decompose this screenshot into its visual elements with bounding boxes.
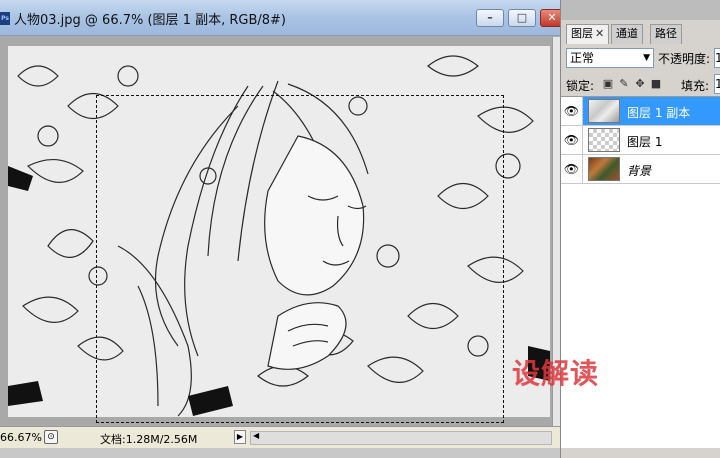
lock-paint-icon[interactable]: ✎ <box>618 77 630 90</box>
panel-grip[interactable] <box>561 0 720 20</box>
layer-name: 背景 <box>627 164 652 178</box>
eye-icon[interactable]: 👁 <box>561 126 583 154</box>
lock-transparency-icon[interactable]: ▣ <box>602 77 614 90</box>
zoom-level[interactable]: 66.67% <box>0 431 42 444</box>
status-menu-arrow-icon[interactable]: ▶ <box>234 430 246 444</box>
layer-row[interactable]: 👁 图层 1 <box>561 126 720 155</box>
blend-mode-value: 正常 <box>570 51 595 65</box>
status-bar: 66.67% ⊙ 文档:1.28M/2.56M ▶ ◀ <box>0 426 560 448</box>
layer-thumbnail <box>588 128 620 152</box>
layer-row[interactable]: 👁 背景 <box>561 155 720 184</box>
lock-position-icon[interactable]: ✥ <box>634 77 646 90</box>
sketch-image[interactable] <box>8 46 550 417</box>
fill-input[interactable]: 1 <box>714 74 720 94</box>
maximize-icon: □ <box>516 11 528 24</box>
tab-paths[interactable]: 路径 <box>650 24 682 44</box>
document-info: 文档:1.28M/2.56M <box>100 433 198 446</box>
opacity-input[interactable]: 1 <box>714 48 720 68</box>
layer-thumbnail <box>588 157 620 181</box>
scroll-left-icon[interactable]: ◀ <box>253 431 259 440</box>
eye-icon[interactable]: 👁 <box>561 97 583 125</box>
blend-mode-select[interactable]: 正常 ▼ <box>566 48 654 68</box>
layer-name: 图层 1 <box>627 135 663 149</box>
document-title: 人物03.jpg @ 66.7% (图层 1 副本, RGB/8#) <box>14 13 286 28</box>
tab-layers-label: 图层 <box>571 27 593 40</box>
dropdown-arrow-icon: ▼ <box>643 53 650 63</box>
layers-list: 👁 图层 1 副本 👁 图层 1 👁 背景 <box>561 96 720 448</box>
tab-layers[interactable]: 图层 ✕ <box>566 24 610 44</box>
minimize-icon: – <box>487 11 493 24</box>
opacity-label: 不透明度: <box>658 52 711 66</box>
document-window: Ps 人物03.jpg @ 66.7% (图层 1 副本, RGB/8#) – … <box>0 0 564 458</box>
lock-label: 锁定: <box>566 79 595 93</box>
tab-channels[interactable]: 通道 <box>611 24 643 44</box>
minimize-button[interactable]: – <box>476 9 504 27</box>
horizontal-scrollbar[interactable]: ◀ <box>250 431 552 445</box>
maximize-button[interactable]: □ <box>508 9 536 27</box>
status-info-icon[interactable]: ⊙ <box>44 430 58 444</box>
canvas-area[interactable] <box>0 37 552 426</box>
document-titlebar[interactable]: Ps 人物03.jpg @ 66.7% (图层 1 副本, RGB/8#) – … <box>0 0 564 36</box>
layer-name: 图层 1 副本 <box>627 106 691 120</box>
eye-icon[interactable]: 👁 <box>561 155 583 183</box>
close-tab-icon[interactable]: ✕ <box>595 27 604 40</box>
panel-tabs: 图层 ✕ 通道 路径 <box>561 24 720 44</box>
fill-label: 填充: <box>681 79 710 93</box>
watermark-logo: 设解读 <box>512 357 600 390</box>
layer-row[interactable]: 👁 图层 1 副本 <box>561 97 720 126</box>
photoshop-icon: Ps <box>0 12 10 25</box>
lock-all-icon[interactable]: ■ <box>650 77 662 90</box>
pencil-sketch-artwork <box>8 46 550 417</box>
layer-thumbnail <box>588 99 620 123</box>
